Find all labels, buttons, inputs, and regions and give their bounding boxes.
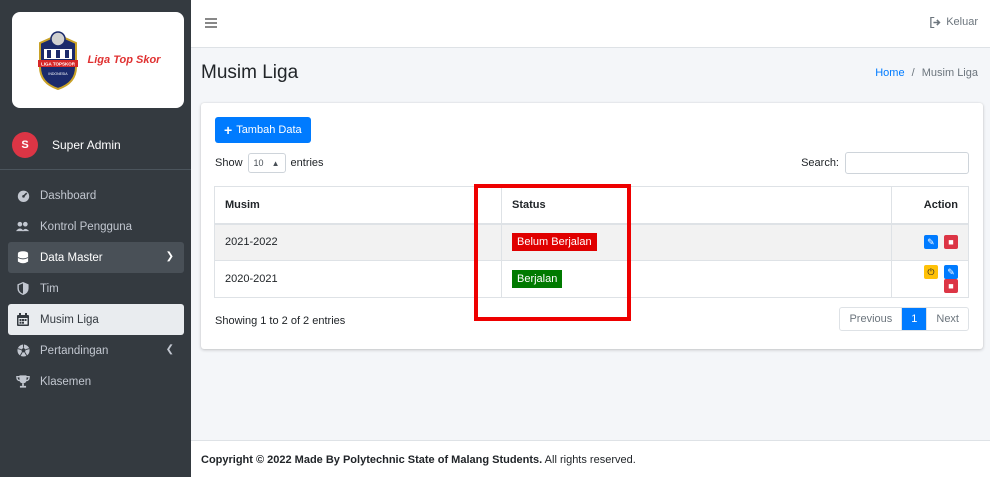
chevron-left-icon: ❮ <box>165 344 174 355</box>
search-label: Search: <box>801 157 839 169</box>
footer: Copyright © 2022 Made By Polytechnic Sta… <box>191 440 990 477</box>
sidebar-item-label: Data Master <box>40 251 103 264</box>
show-entries-control: Show 10 ▲︎ entries <box>215 153 324 173</box>
search-input[interactable] <box>845 152 969 174</box>
sidebar-item-label: Tim <box>40 282 59 295</box>
sidebar-menu: Dashboard Kontrol Pengguna Data Master ❯… <box>8 180 184 397</box>
table-row: 2021-2022 Belum Berjalan ✎ ■ <box>214 223 969 261</box>
sidebar-item-label: Dashboard <box>40 189 97 202</box>
pagination-previous[interactable]: Previous <box>840 308 903 330</box>
edit-button[interactable]: ✎ <box>923 235 938 250</box>
cell-action: ⏻ ✎ ■ <box>891 260 969 298</box>
hamburger-menu-icon[interactable] <box>205 18 217 28</box>
sidebar-item-data-master[interactable]: Data Master ❯ <box>8 242 184 273</box>
pagination-page-1[interactable]: 1 <box>902 308 928 330</box>
column-header-musim[interactable]: Musim <box>214 186 502 225</box>
logout-label: Keluar <box>946 16 978 28</box>
entries-select[interactable]: 10 ▲︎ <box>247 153 286 173</box>
sidebar-item-dashboard[interactable]: Dashboard <box>8 180 184 211</box>
status-badge: Berjalan <box>512 270 563 288</box>
brand-logo[interactable]: LIGA TOPSKOR INDONESIA Liga Top Skor <box>12 12 184 108</box>
entries-select-value: 10 <box>253 158 264 168</box>
trash-icon: ■ <box>948 281 954 291</box>
seasons-table: Musim Status Action 2021-2022 Belum Berj… <box>214 186 969 298</box>
sidebar-item-musim-liga[interactable]: Musim Liga <box>8 304 184 335</box>
cell-status: Belum Berjalan <box>501 223 892 261</box>
sidebar-item-label: Kontrol Pengguna <box>40 220 133 233</box>
breadcrumb-current: Musim Liga <box>921 67 978 79</box>
edit-button[interactable]: ✎ <box>944 265 958 279</box>
shield-icon <box>16 282 30 296</box>
user-name: Super Admin <box>52 137 121 152</box>
show-label: Show <box>215 157 243 169</box>
table-row: 2020-2021 Berjalan ⏻ ✎ ■ <box>214 260 969 298</box>
users-cog-icon <box>16 220 30 234</box>
column-header-status[interactable]: Status <box>501 186 892 225</box>
delete-button[interactable]: ■ <box>944 279 958 293</box>
data-card: + Tambah Data Show 10 ▲︎ entries Search:… <box>201 103 983 349</box>
trash-icon: ■ <box>948 237 954 248</box>
edit-icon: ✎ <box>947 266 955 277</box>
footer-rights: All rights reserved. <box>542 454 636 466</box>
activate-button[interactable]: ⏻ <box>923 265 938 279</box>
edit-icon: ✎ <box>927 236 935 247</box>
add-data-button[interactable]: + Tambah Data <box>215 117 311 143</box>
football-icon <box>16 344 30 358</box>
avatar: S <box>12 131 38 158</box>
calendar-icon <box>16 313 30 327</box>
delete-button[interactable]: ■ <box>944 235 958 250</box>
breadcrumb-separator: / <box>911 67 915 79</box>
cell-action: ✎ ■ <box>891 223 969 261</box>
sidebar-item-klasemen[interactable]: Klasemen <box>8 366 184 397</box>
table-info: Showing 1 to 2 of 2 entries <box>215 315 346 327</box>
database-icon <box>16 251 30 265</box>
dashboard-icon <box>16 189 30 203</box>
power-icon: ⏻ <box>927 266 935 277</box>
brand-name: Liga Top Skor <box>87 54 161 66</box>
entries-label: entries <box>290 157 324 169</box>
footer-copyright: Copyright © 2022 Made By Polytechnic Sta… <box>201 454 543 466</box>
chevron-down-icon: ❯ <box>165 251 174 262</box>
sort-updown-icon: ▲︎ <box>271 158 280 168</box>
pagination-next[interactable]: Next <box>927 308 968 330</box>
cell-musim: 2021-2022 <box>214 223 502 261</box>
page-title: Musim Liga <box>201 62 299 83</box>
cell-musim: 2020-2021 <box>214 260 502 298</box>
breadcrumb: Home / Musim Liga <box>875 67 978 79</box>
main-content: Musim Liga Home / Musim Liga + Tambah Da… <box>191 48 990 440</box>
plus-icon: + <box>224 122 233 138</box>
logout-link[interactable]: Keluar <box>930 16 978 28</box>
table-header-row: Musim Status Action <box>214 186 969 225</box>
sidebar-item-label: Klasemen <box>40 375 92 388</box>
sidebar-item-label: Pertandingan <box>40 344 109 357</box>
top-navbar: Keluar <box>191 0 990 48</box>
pagination: Previous 1 Next <box>839 307 969 331</box>
sidebar-item-kontrol-pengguna[interactable]: Kontrol Pengguna <box>8 211 184 242</box>
status-badge: Belum Berjalan <box>512 233 597 252</box>
sidebar-item-label: Musim Liga <box>40 313 99 326</box>
sidebar-item-tim[interactable]: Tim <box>8 273 184 304</box>
logo-text-line2: INDONESIA <box>48 72 68 76</box>
sidebar: LIGA TOPSKOR INDONESIA Liga Top Skor S S… <box>0 0 191 477</box>
search-control: Search: <box>801 152 969 174</box>
user-panel[interactable]: S Super Admin <box>0 120 191 170</box>
breadcrumb-home-link[interactable]: Home <box>875 67 904 79</box>
cell-status: Berjalan <box>501 260 892 298</box>
column-header-action: Action <box>891 186 969 225</box>
sign-out-icon <box>930 16 941 28</box>
trophy-icon <box>16 375 30 389</box>
add-data-label: Tambah Data <box>236 124 302 136</box>
sidebar-item-pertandingan[interactable]: Pertandingan ❮ <box>8 335 184 366</box>
league-shield-logo-icon: LIGA TOPSKOR INDONESIA <box>37 31 78 91</box>
logo-text-line1: LIGA TOPSKOR <box>41 62 76 67</box>
